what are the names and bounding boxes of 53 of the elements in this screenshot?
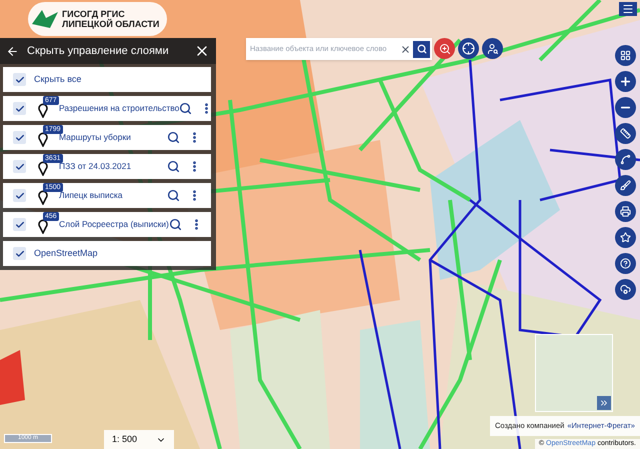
- layer-label: Липецк выписка: [59, 190, 124, 202]
- logo[interactable]: ГИСОГД РГИС ЛИПЕЦКОЙ ОБЛАСТИ: [28, 2, 168, 36]
- grid-icon: [620, 50, 631, 61]
- search-icon[interactable]: [168, 218, 182, 231]
- logo-subtitle: ЛИПЕЦКОЙ ОБЛАСТИ: [62, 19, 160, 29]
- checkbox[interactable]: [13, 218, 26, 231]
- panel-title: Скрыть управление слоями: [27, 44, 170, 59]
- scale-value: 1: 500: [112, 432, 138, 446]
- pin-icon: [38, 188, 48, 204]
- search-icon[interactable]: [167, 160, 180, 173]
- layer-label: Разрешения на строительство: [59, 102, 180, 115]
- checkbox[interactable]: [13, 247, 26, 260]
- layer-label: ПЗЗ от 24.03.2021: [59, 160, 132, 173]
- help-icon: [620, 258, 631, 269]
- zoom-in-icon: [438, 42, 450, 54]
- expand-button[interactable]: [597, 396, 611, 410]
- layer-label: Слой Росреестра (выписки): [59, 218, 169, 231]
- checkbox[interactable]: [13, 189, 26, 202]
- back-icon[interactable]: [6, 44, 19, 58]
- user-search-icon: [486, 42, 498, 54]
- star-icon: [620, 232, 631, 243]
- pin-icon: [38, 130, 48, 146]
- checkbox[interactable]: [13, 73, 26, 86]
- print-icon: [620, 206, 631, 217]
- checkbox[interactable]: [13, 102, 26, 115]
- cloud-icon: [620, 284, 631, 295]
- layer-row[interactable]: OpenStreetMap: [3, 241, 211, 266]
- chevrons-right-icon: [599, 398, 609, 408]
- search-icon[interactable]: [167, 131, 180, 144]
- checkbox[interactable]: [13, 131, 26, 144]
- logo-icon: [32, 8, 58, 30]
- pin-icon: [38, 160, 48, 176]
- search-button[interactable]: [413, 40, 430, 58]
- logo-title: ГИСОГД РГИС: [62, 9, 126, 19]
- pin-icon: [38, 218, 48, 234]
- search-icon: [416, 44, 426, 54]
- layer-row[interactable]: Скрыть все: [3, 67, 211, 92]
- brush-icon: [620, 180, 631, 191]
- scale-select[interactable]: 1: 500: [104, 430, 174, 449]
- menu-icon: [622, 3, 634, 15]
- crosshair-icon: [462, 42, 475, 55]
- pin-icon: [38, 102, 48, 118]
- clear-icon[interactable]: [400, 44, 411, 54]
- layer-label: Маршруты уборки: [59, 132, 132, 144]
- search-icon[interactable]: [179, 102, 192, 115]
- layer-label: Скрыть все: [34, 72, 82, 86]
- layer-label: OpenStreetMap: [34, 246, 98, 260]
- menu-button[interactable]: [619, 2, 637, 16]
- search-icon[interactable]: [167, 189, 180, 202]
- zoom-in-icon: [619, 75, 632, 88]
- checkbox[interactable]: [13, 160, 26, 173]
- ruler-icon: [620, 128, 631, 139]
- minimap[interactable]: [535, 334, 613, 412]
